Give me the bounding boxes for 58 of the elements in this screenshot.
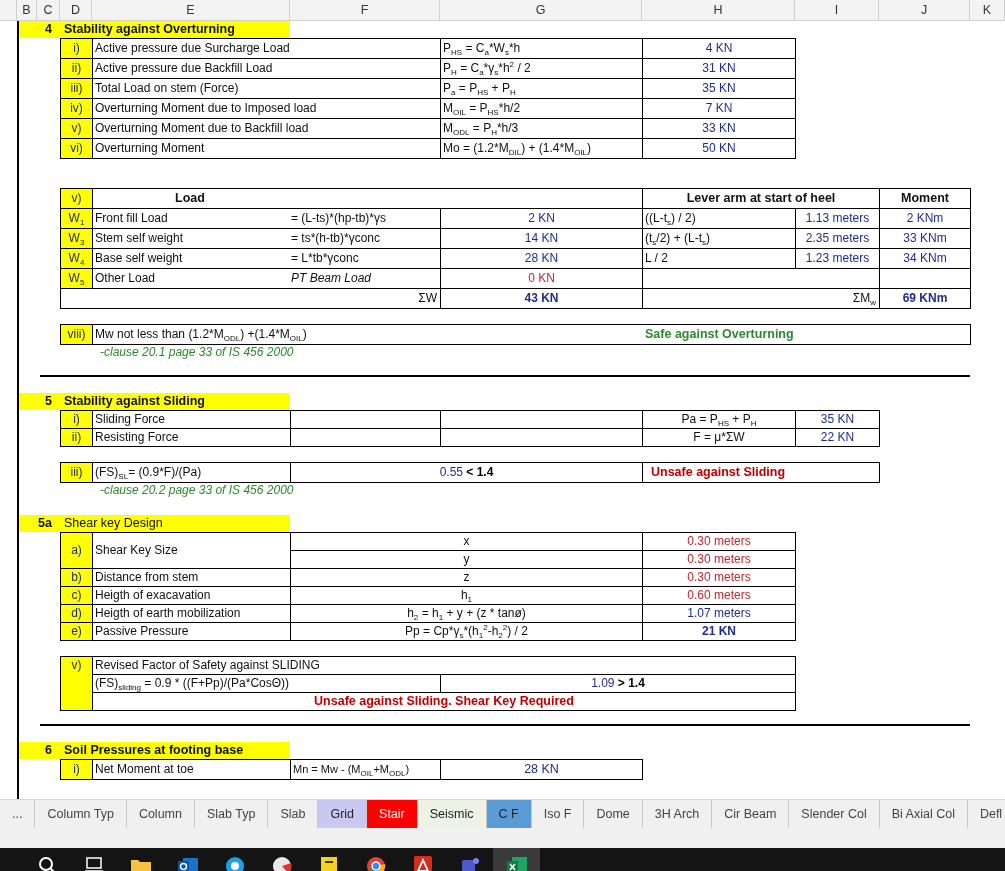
value-cell: 4 KN: [642, 38, 796, 59]
formula-cell: Mn = Mw - (M$_{OIL}$+M$_{ODL}$): [290, 759, 441, 780]
clause-note: -clause 20.1 page 33 of IS 456 2000: [99, 344, 295, 361]
clause-note: -clause 20.2 page 33 of IS 456 2000: [99, 482, 295, 499]
document-icon: [411, 855, 434, 871]
item-index: v): [60, 188, 93, 209]
value-cell: 0.30 meters: [642, 532, 796, 551]
dish-icon: [270, 855, 293, 871]
formula-cell: (FS)$_{SL}$= (0.9*F)/(Pa): [92, 462, 291, 483]
sheet-tab[interactable]: C F: [486, 800, 532, 829]
verdict-text: Unsafe against Sliding: [642, 462, 880, 483]
value-cell: 21 KN: [642, 622, 796, 641]
section-number: 6: [19, 742, 60, 759]
value-cell: 22 KN: [795, 428, 880, 447]
item-label: Mw not less than (1.2*M$_{ODL}$) +(1.4*M$_{OIL}$): [92, 324, 643, 345]
verdict-text: Safe against Overturning: [642, 324, 971, 345]
item-label: Sliding Force: [92, 410, 291, 429]
value-cell: 0.55 < 1.4: [290, 462, 643, 483]
column-header[interactable]: F: [290, 0, 440, 20]
formula-cell: Pp = Cp*γ$_{s}$*(h$_{1}$$^{2}$-h$_{2}$$^{2}$) / 2: [290, 622, 643, 641]
item-label: Revised Factor of Safety against SLIDING: [92, 656, 796, 675]
column-heading: Moment: [879, 188, 971, 209]
column-header[interactable]: I: [795, 0, 879, 20]
section-title: Soil Pressures at footing base: [60, 742, 290, 759]
browser-icon: [364, 855, 387, 871]
verdict-text: Unsafe against Sliding. Shear Key Required: [92, 692, 796, 711]
mail-icon: [176, 855, 199, 871]
spreadsheet-icon: [505, 855, 528, 871]
sheet-tab[interactable]: Grid: [318, 800, 368, 829]
section-title: Stability against Sliding: [60, 393, 290, 410]
total-cell: 69 KNm: [879, 288, 971, 309]
section-title: Shear key Design: [60, 515, 290, 532]
item-label: Base self weight: [92, 248, 291, 269]
task-view-icon: [82, 855, 105, 871]
sheet-tab[interactable]: Seismic: [417, 800, 487, 829]
value-cell: 50 KN: [642, 138, 796, 159]
section-number: 5a: [19, 515, 60, 532]
section-number: 5: [19, 393, 60, 410]
column-header[interactable]: H: [642, 0, 795, 20]
item-index: viii): [60, 324, 93, 345]
column-header[interactable]: D: [60, 0, 92, 20]
column-header[interactable]: B: [17, 0, 37, 20]
item-label: Net Moment at toe: [92, 759, 291, 780]
sheet-tab[interactable]: Stair: [367, 800, 418, 829]
item-index: iii): [60, 462, 93, 483]
column-header[interactable]: K: [970, 0, 1005, 20]
sum-label: ΣW: [60, 288, 441, 309]
value-cell: 35 KN: [795, 410, 880, 429]
column-header[interactable]: G: [440, 0, 642, 20]
column-header[interactable]: E: [92, 0, 290, 20]
formula-cell: Pa = P$_{HS}$ + P$_{H}$: [642, 410, 796, 429]
column-heading: Load: [92, 188, 643, 209]
column-header[interactable]: C: [37, 0, 60, 20]
item-label: Stem self weight: [92, 228, 291, 249]
chat-icon: [223, 855, 246, 871]
column-header[interactable]: J: [879, 0, 970, 20]
value-cell: 28 KN: [440, 759, 643, 780]
item-index: v): [60, 656, 93, 711]
